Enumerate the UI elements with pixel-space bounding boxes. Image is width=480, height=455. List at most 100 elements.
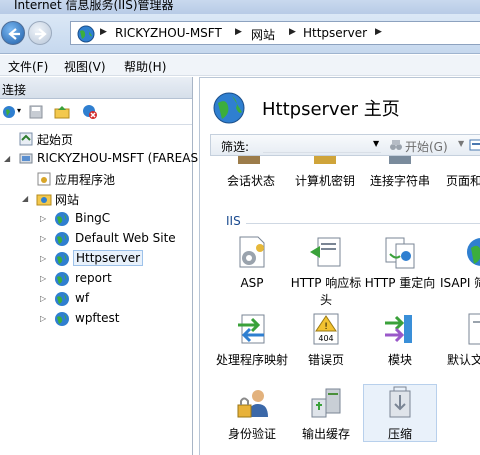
page-title: Httpserver 主页	[262, 99, 400, 120]
window-title: Internet 信息服务(IIS)管理器	[14, 0, 174, 12]
sites-folder-icon	[36, 194, 52, 206]
address-bar[interactable]: ▶ RICKYZHOU-MSFT ▶ 网站 ▶ Httpserver ▶	[70, 21, 480, 45]
feature-pages-controls[interactable]: 页面和	[446, 172, 480, 189]
output-caching-icon	[311, 388, 341, 418]
feature-label: ASP	[240, 276, 264, 290]
connection-strings-icon	[389, 156, 411, 164]
tree-item-start-page[interactable]: 起始页	[0, 129, 193, 149]
svg-text:!: !	[324, 322, 328, 332]
feature-label: ISAPI 筛	[440, 276, 480, 290]
back-button[interactable]	[1, 21, 25, 45]
feature-http-response-headers[interactable]: HTTP 响应标头	[289, 234, 363, 309]
arrow-left-icon	[8, 28, 20, 40]
feature-isapi[interactable]: ISAPI 筛	[437, 234, 480, 292]
feature-label: 处理程序映射	[215, 353, 288, 367]
menu-help[interactable]: 帮助(H)	[124, 58, 166, 75]
tree-item-label: wpftest	[75, 311, 120, 325]
feature-handler-mappings[interactable]: 处理程序映射	[215, 311, 289, 369]
asp-icon	[239, 236, 265, 268]
menu-bar: 文件(F) 视图(V) 帮助(H)	[0, 55, 480, 76]
filter-bar: 筛选: ▼ 开始(G) ▼	[210, 134, 480, 156]
collapsed-arrow-icon[interactable]: ▷	[40, 214, 46, 223]
collapsed-arrow-icon[interactable]: ▷	[40, 274, 46, 283]
menu-file[interactable]: 文件(F)	[8, 58, 48, 75]
globe-icon	[55, 252, 69, 266]
globe-icon	[55, 312, 69, 326]
filter-input[interactable]	[263, 137, 381, 153]
expanded-arrow-icon[interactable]: ◢	[22, 194, 28, 203]
breadcrumb-separator: ▶	[375, 27, 382, 37]
machine-key-icon	[314, 156, 336, 164]
feature-session-state[interactable]: 会话状态	[227, 172, 275, 189]
feature-label: HTTP 重定向	[364, 276, 436, 290]
http-response-headers-icon	[310, 237, 341, 267]
save-icon[interactable]	[28, 104, 44, 120]
tree-item-site-bingc[interactable]: ▷ BingC	[0, 209, 193, 229]
tree-item-site-httpserver[interactable]: ▷ Httpserver	[0, 249, 193, 269]
expanded-arrow-icon[interactable]: ◢	[4, 154, 10, 163]
navigation-bar: ▶ RICKYZHOU-MSFT ▶ 网站 ▶ Httpserver ▶	[0, 14, 480, 54]
breadcrumb-site[interactable]: Httpserver	[303, 26, 367, 40]
connections-pane: 连接 ▾ 起始页 ◢ RICKYZHOU-MSFT (FAREAS 应用程序池 …	[0, 77, 198, 455]
start-filter-button[interactable]: 开始(G)	[405, 138, 448, 155]
tree-item-site-wpftest[interactable]: ▷ wpftest	[0, 309, 193, 329]
binoculars-icon	[390, 140, 402, 150]
tree-item-label: Default Web Site	[75, 231, 176, 245]
tree-item-server[interactable]: ◢ RICKYZHOU-MSFT (FAREAS	[0, 149, 198, 169]
tree-item-sites[interactable]: ◢ 网站	[0, 189, 193, 209]
tree-item-label: report	[75, 271, 112, 285]
collapsed-arrow-icon[interactable]: ▷	[40, 234, 46, 243]
chevron-down-icon[interactable]: ▼	[373, 139, 379, 148]
start-page-icon	[19, 132, 33, 146]
breadcrumb-separator: ▶	[235, 27, 242, 37]
feature-error-pages[interactable]: ! 404 错误页	[289, 311, 363, 369]
collapsed-arrow-icon[interactable]: ▷	[40, 314, 46, 323]
feature-http-redirect[interactable]: HTTP 重定向	[363, 234, 437, 292]
breadcrumb-sites[interactable]: 网站	[251, 26, 275, 43]
tree-item-app-pools[interactable]: 应用程序池	[0, 169, 193, 189]
server-icon	[19, 153, 33, 164]
disconnect-icon[interactable]	[82, 104, 98, 120]
up-folder-icon[interactable]	[54, 104, 70, 120]
handler-mappings-icon	[238, 314, 265, 344]
site-globe-icon	[213, 92, 245, 124]
feature-machine-key[interactable]: 计算机密钥	[295, 172, 355, 189]
session-state-icon	[238, 156, 260, 164]
forward-button[interactable]	[28, 21, 52, 45]
feature-default-document[interactable]: 默认文	[437, 311, 480, 369]
http-redirect-icon	[385, 237, 415, 269]
breadcrumb-server[interactable]: RICKYZHOU-MSFT	[115, 26, 222, 40]
feature-label: 压缩	[387, 427, 412, 441]
feature-label: 默认文	[447, 353, 480, 367]
menu-view[interactable]: 视图(V)	[64, 58, 106, 75]
tree-item-label: Httpserver	[73, 250, 144, 266]
error-pages-icon: ! 404	[313, 313, 339, 345]
filter-label: 筛选:	[221, 140, 250, 154]
feature-authentication[interactable]: 身份验证	[215, 385, 289, 443]
tree-item-site-default[interactable]: ▷ Default Web Site	[0, 229, 193, 249]
default-document-icon	[468, 313, 480, 345]
feature-output-caching[interactable]: 输出缓存	[289, 385, 363, 443]
feature-asp[interactable]: ASP	[215, 234, 289, 292]
tree-item-label: 起始页	[37, 133, 74, 147]
feature-modules[interactable]: 模块	[363, 311, 437, 369]
tree-item-site-report[interactable]: ▷ report	[0, 269, 193, 289]
connect-icon[interactable]	[2, 104, 18, 120]
feature-compression[interactable]: 压缩	[363, 384, 437, 442]
arrow-right-icon	[35, 28, 47, 40]
chevron-down-icon[interactable]: ▾	[17, 106, 21, 115]
collapsed-arrow-icon[interactable]: ▷	[40, 254, 46, 263]
authentication-icon	[237, 390, 268, 418]
error-code-badge: 404	[318, 334, 333, 343]
tree-item-label: BingC	[75, 211, 111, 225]
tree-item-label: 网站	[55, 193, 80, 207]
feature-connection-strings[interactable]: 连接字符串	[370, 172, 430, 189]
section-header-iis: IIS	[226, 214, 241, 228]
group-by-icon[interactable]	[469, 138, 480, 152]
chevron-down-icon[interactable]: ▼	[458, 139, 464, 148]
feature-label: HTTP 响应标头	[290, 276, 362, 307]
tree-item-site-wf[interactable]: ▷ wf	[0, 289, 193, 309]
collapsed-arrow-icon[interactable]: ▷	[40, 294, 46, 303]
connections-toolbar: ▾	[0, 99, 192, 125]
globe-icon	[55, 292, 69, 306]
